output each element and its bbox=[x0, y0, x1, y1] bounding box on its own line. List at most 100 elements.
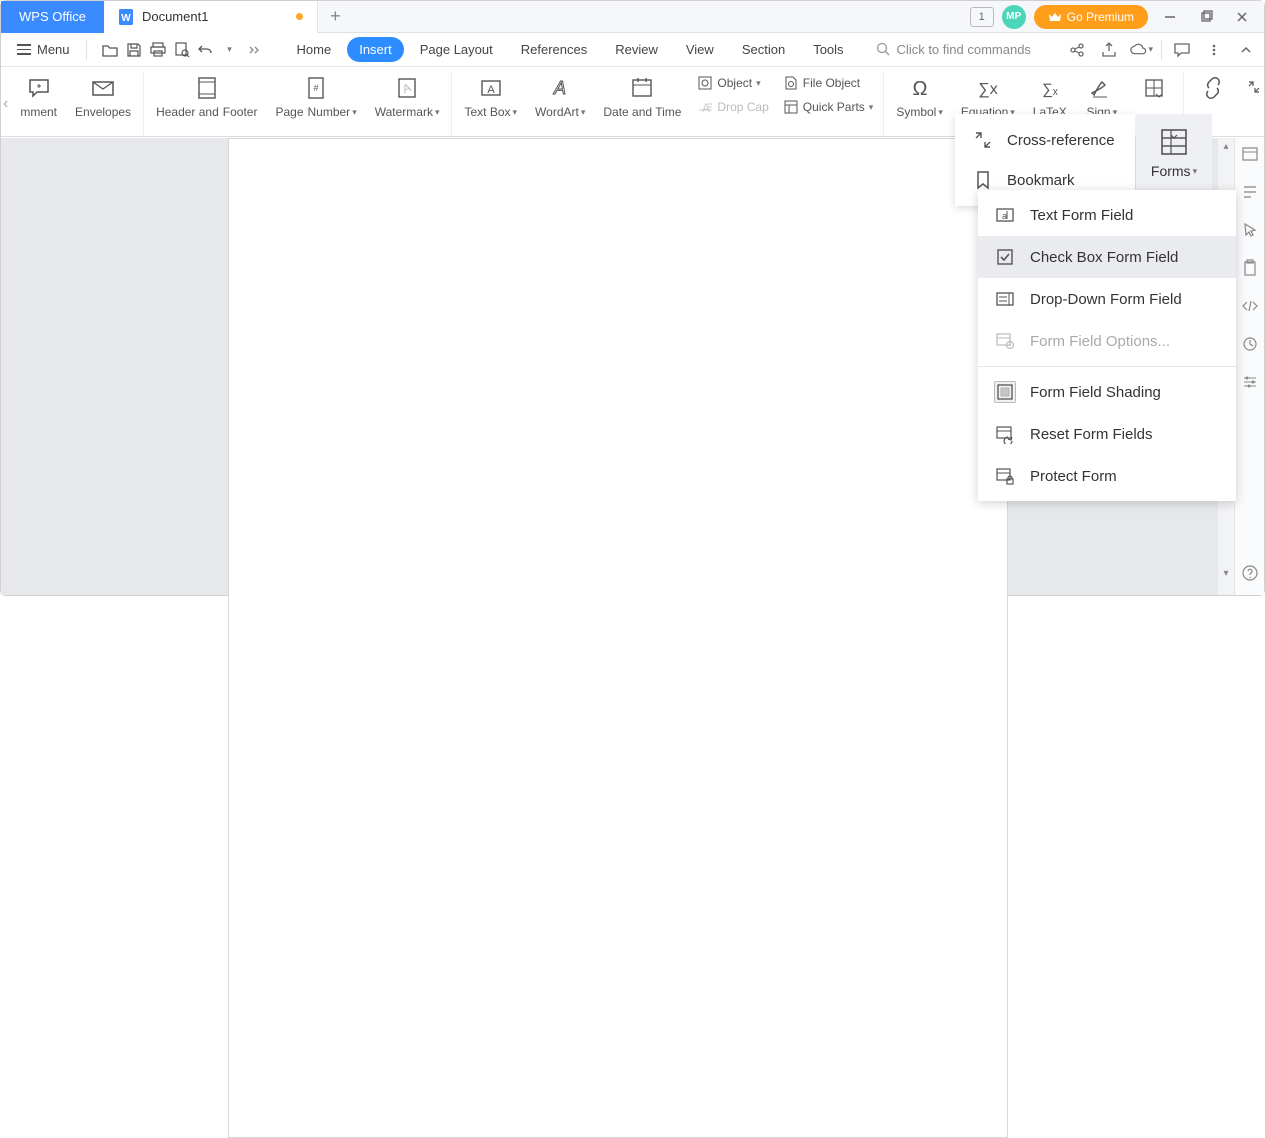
comment-button[interactable]: mment bbox=[14, 73, 63, 123]
window-layout-badge[interactable]: 1 bbox=[970, 7, 994, 27]
form-field-options-item: Form Field Options... bbox=[978, 320, 1236, 362]
maximize-button[interactable] bbox=[1192, 3, 1220, 31]
user-avatar[interactable]: MP bbox=[1002, 5, 1026, 29]
dropdown-field-icon bbox=[994, 288, 1016, 310]
panel-cross-reference-item[interactable]: Cross-reference bbox=[955, 120, 1135, 160]
text-field-icon: a bbox=[994, 204, 1016, 226]
comments-pane-icon[interactable] bbox=[1170, 38, 1194, 62]
reset-form-icon bbox=[994, 423, 1016, 445]
print-icon[interactable] bbox=[147, 39, 169, 61]
checkbox-form-field-item[interactable]: Check Box Form Field bbox=[978, 236, 1236, 278]
text-box-label: Text Box ▾ bbox=[464, 105, 517, 119]
scroll-down-icon[interactable]: ▾ bbox=[1220, 567, 1232, 579]
page-number-label: PageNumber ▾ bbox=[275, 105, 356, 119]
tab-insert[interactable]: Insert bbox=[347, 37, 404, 62]
form-field-shading-label: Form Field Shading bbox=[1030, 384, 1161, 401]
go-premium-button[interactable]: Go Premium bbox=[1034, 5, 1148, 29]
premium-label: Go Premium bbox=[1067, 10, 1134, 24]
svg-text:A: A bbox=[553, 78, 566, 98]
unsaved-indicator-icon bbox=[296, 13, 303, 20]
date-time-button[interactable]: Date and Time bbox=[597, 73, 687, 123]
document-tab[interactable]: W Document1 bbox=[104, 1, 318, 33]
tab-tools[interactable]: Tools bbox=[801, 37, 855, 62]
qat-overflow-icon[interactable] bbox=[243, 39, 265, 61]
title-bar: WPS Office W Document1 + 1 MP Go Premium bbox=[1, 1, 1264, 33]
symbol-label: Symbol ▾ bbox=[896, 105, 943, 119]
new-tab-button[interactable]: + bbox=[318, 6, 352, 27]
wordart-button[interactable]: A WordArt ▾ bbox=[529, 73, 591, 123]
cross-reference-button[interactable]: Cross-reference bbox=[1242, 77, 1265, 97]
app-name-tab[interactable]: WPS Office bbox=[1, 1, 104, 33]
export-icon[interactable] bbox=[1097, 38, 1121, 62]
date-time-label: Date and Time bbox=[603, 105, 681, 119]
object-button[interactable]: Object ▾ bbox=[693, 73, 772, 93]
checkbox-field-icon bbox=[994, 246, 1016, 268]
forms-dropdown-trigger[interactable]: Forms ▾ bbox=[1136, 114, 1212, 190]
form-field-shading-item[interactable]: Form Field Shading bbox=[978, 371, 1236, 413]
command-search[interactable]: Click to find commands bbox=[876, 42, 1031, 57]
protect-form-item[interactable]: Protect Form bbox=[978, 455, 1236, 497]
reset-form-fields-label: Reset Form Fields bbox=[1030, 426, 1153, 443]
panel-bookmark-label: Bookmark bbox=[1007, 172, 1075, 189]
minimize-button[interactable] bbox=[1156, 3, 1184, 31]
envelopes-button[interactable]: Envelopes bbox=[69, 73, 137, 123]
latex-icon: ∑ₓ bbox=[1037, 73, 1063, 103]
text-form-field-label: Text Form Field bbox=[1030, 207, 1133, 224]
watermark-button[interactable]: A Watermark ▾ bbox=[369, 73, 446, 123]
print-preview-icon[interactable] bbox=[171, 39, 193, 61]
scroll-up-icon[interactable]: ▴ bbox=[1220, 140, 1232, 152]
symbol-icon: Ω bbox=[907, 73, 933, 103]
page-canvas[interactable] bbox=[228, 138, 1008, 1138]
dropdown-form-field-label: Drop-Down Form Field bbox=[1030, 291, 1182, 308]
cloud-icon[interactable]: ▾ bbox=[1129, 38, 1153, 62]
clipboard-pane-icon[interactable] bbox=[1240, 258, 1260, 278]
quick-access-toolbar: ▾ bbox=[93, 39, 265, 61]
tab-references[interactable]: References bbox=[509, 37, 599, 62]
protect-form-label: Protect Form bbox=[1030, 468, 1117, 485]
share-icon[interactable] bbox=[1065, 38, 1089, 62]
symbol-button[interactable]: Ω Symbol ▾ bbox=[890, 73, 949, 123]
task-pane-strip bbox=[1234, 138, 1264, 595]
help-pane-icon[interactable] bbox=[1240, 563, 1260, 583]
save-icon[interactable] bbox=[123, 39, 145, 61]
header-footer-button[interactable]: Header andFooter bbox=[150, 73, 263, 123]
text-box-icon: A bbox=[478, 73, 504, 103]
file-object-button[interactable]: File Object bbox=[779, 73, 878, 93]
settings-pane-icon[interactable] bbox=[1240, 372, 1260, 392]
tab-review[interactable]: Review bbox=[603, 37, 670, 62]
sign-icon bbox=[1089, 73, 1115, 103]
tab-page-layout[interactable]: Page Layout bbox=[408, 37, 505, 62]
more-icon[interactable] bbox=[1202, 38, 1226, 62]
text-form-field-item[interactable]: a Text Form Field bbox=[978, 194, 1236, 236]
document-tab-title: Document1 bbox=[142, 9, 208, 24]
comment-label: mment bbox=[20, 105, 57, 119]
dropdown-form-field-item[interactable]: Drop-Down Form Field bbox=[978, 278, 1236, 320]
tab-home[interactable]: Home bbox=[285, 37, 344, 62]
close-button[interactable] bbox=[1228, 3, 1256, 31]
code-pane-icon[interactable] bbox=[1240, 296, 1260, 316]
undo-dropdown-icon[interactable]: ▾ bbox=[219, 39, 241, 61]
quick-parts-button[interactable]: Quick Parts ▾ bbox=[779, 97, 878, 117]
tab-view[interactable]: View bbox=[674, 37, 726, 62]
svg-text:A: A bbox=[702, 101, 710, 115]
form-options-icon bbox=[994, 330, 1016, 352]
undo-icon[interactable] bbox=[195, 39, 217, 61]
main-menu-button[interactable]: Menu bbox=[7, 38, 80, 61]
reset-form-fields-item[interactable]: Reset Form Fields bbox=[978, 413, 1236, 455]
page-number-button[interactable]: # PageNumber ▾ bbox=[269, 73, 362, 123]
tab-section[interactable]: Section bbox=[730, 37, 797, 62]
properties-pane-icon[interactable] bbox=[1240, 144, 1260, 164]
history-pane-icon[interactable] bbox=[1240, 334, 1260, 354]
collapse-ribbon-icon[interactable] bbox=[1234, 38, 1258, 62]
selection-pane-icon[interactable] bbox=[1240, 220, 1260, 240]
envelope-icon bbox=[90, 73, 116, 103]
drop-cap-button[interactable]: ADrop Cap bbox=[693, 97, 772, 117]
forms-trigger-label: Forms bbox=[1151, 163, 1191, 179]
ribbon-tabs: Home Insert Page Layout References Revie… bbox=[285, 37, 856, 62]
styles-pane-icon[interactable] bbox=[1240, 182, 1260, 202]
open-file-icon[interactable] bbox=[99, 39, 121, 61]
text-box-button[interactable]: A Text Box ▾ bbox=[458, 73, 523, 123]
svg-text:∑ₓ: ∑ₓ bbox=[1042, 81, 1058, 98]
svg-text:a: a bbox=[1002, 211, 1007, 221]
menu-bar: Menu ▾ Home Insert Page Layout Reference… bbox=[1, 33, 1264, 67]
